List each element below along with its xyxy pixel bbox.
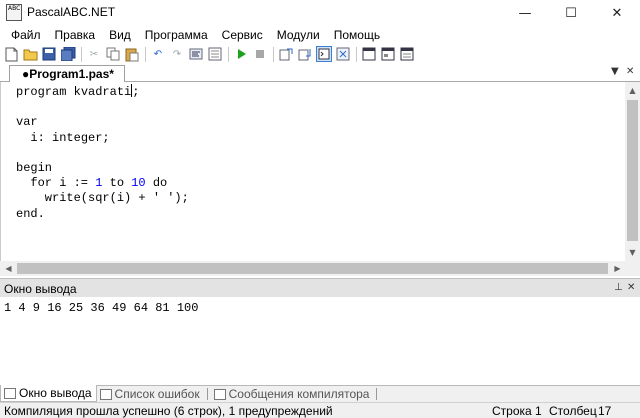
close-window-button[interactable]: ✕	[594, 0, 640, 26]
output-panel[interactable]: 1 4 9 16 25 36 49 64 81 100	[0, 297, 640, 385]
menu-service[interactable]: Сервис	[215, 26, 270, 44]
pin-icon[interactable]: ⊥	[614, 282, 623, 293]
scroll-down-arrow-icon[interactable]: ▼	[625, 245, 640, 260]
cut-icon[interactable]: ✂	[86, 46, 102, 62]
window-title: PascalABC.NET	[27, 5, 116, 19]
status-bar: Компиляция прошла успешно (6 строк), 1 п…	[0, 402, 640, 418]
toolbar-separator	[273, 46, 274, 62]
menu-program[interactable]: Программа	[138, 26, 215, 44]
output-window-icon[interactable]	[316, 46, 332, 62]
form-icon[interactable]	[380, 46, 396, 62]
app-icon-text: ABC	[8, 5, 21, 12]
module-icon[interactable]	[361, 46, 377, 62]
toolbar-separator	[81, 46, 82, 62]
tab-error-list[interactable]: Список ошибок	[97, 386, 204, 402]
step-into-icon[interactable]	[297, 46, 313, 62]
row-label: Строка	[492, 404, 532, 418]
code-line-7: for i := 1 to 10 do	[16, 176, 189, 191]
tab-compiler-messages-label: Сообщения компилятора	[228, 387, 370, 401]
to-keyword: to	[102, 176, 132, 191]
do-keyword: do	[145, 176, 168, 191]
paste-icon[interactable]	[124, 46, 140, 62]
document-tab-bar: ●Program1.pas* ▼ ✕	[0, 64, 640, 83]
keyword-program: program	[16, 85, 67, 99]
editor-vertical-scrollbar[interactable]: ▲ ▼	[625, 82, 640, 261]
code-line-4: i: integer;	[16, 131, 189, 146]
status-message: Компиляция прошла успешно (6 строк), 1 п…	[4, 404, 333, 418]
error-list-tab-icon	[99, 388, 112, 400]
new-file-icon[interactable]	[3, 46, 19, 62]
code-line-1: program kvadrati;	[16, 84, 189, 100]
save-icon[interactable]	[41, 46, 57, 62]
column-label: Столбец	[549, 404, 597, 418]
run-icon[interactable]	[233, 46, 249, 62]
menu-edit[interactable]: Правка	[48, 26, 103, 44]
menu-bar: Файл Правка Вид Программа Сервис Модули …	[0, 26, 640, 44]
stop-icon[interactable]	[252, 46, 268, 62]
tab-output-window-label: Окно вывода	[19, 386, 92, 400]
redo-icon[interactable]: ↷	[169, 46, 185, 62]
menu-file[interactable]: Файл	[4, 26, 48, 44]
for-keyword: for i :=	[16, 176, 96, 191]
scroll-right-arrow-icon[interactable]: ▶	[610, 261, 625, 276]
close-tab-icon[interactable]: ✕	[626, 66, 634, 77]
app-icon: ABC	[6, 4, 22, 21]
number-literal: 10	[131, 176, 146, 191]
scroll-up-arrow-icon[interactable]: ▲	[625, 83, 640, 98]
toolbar-separator	[356, 46, 357, 62]
maximize-button[interactable]: ☐	[548, 0, 594, 26]
output-window-tab-icon	[4, 387, 16, 399]
scroll-left-arrow-icon[interactable]: ◀	[1, 261, 16, 276]
tab-error-list-label: Список ошибок	[114, 387, 200, 401]
semicolon: ;	[132, 85, 140, 99]
code-line-6: begin	[16, 161, 53, 176]
save-all-icon[interactable]	[60, 46, 76, 62]
copy-icon[interactable]	[105, 46, 121, 62]
tab-separator	[206, 388, 208, 400]
code-editor[interactable]: program kvadrati; var i: integer; begin …	[0, 82, 625, 261]
tab-list-icon[interactable]: ▼	[611, 66, 619, 77]
output-text: 1 4 9 16 25 36 49 64 81 100	[4, 301, 199, 315]
program-name: kvadrati	[73, 85, 132, 99]
tab-program1[interactable]: ●Program1.pas*	[9, 65, 125, 83]
bottom-tab-bar: Окно вывода Список ошибок Сообщения комп…	[0, 385, 640, 402]
properties-icon[interactable]	[207, 46, 223, 62]
vertical-scroll-thumb[interactable]	[627, 100, 638, 241]
row-value: 1	[535, 404, 542, 418]
menu-help[interactable]: Помощь	[327, 26, 387, 44]
title-bar: ABC PascalABC.NET — ☐ ✕	[0, 0, 640, 26]
code-line-8: write(sqr(i) + ' ');	[16, 191, 189, 206]
toolbar-separator	[145, 46, 146, 62]
toolbar-separator	[228, 46, 229, 62]
minimize-button[interactable]: —	[502, 0, 548, 26]
toolbar: ✂ ↶ ↷	[0, 44, 640, 64]
undo-icon[interactable]: ↶	[150, 46, 166, 62]
menu-view[interactable]: Вид	[102, 26, 138, 44]
menu-modules[interactable]: Модули	[270, 26, 327, 44]
format-code-icon[interactable]	[188, 46, 204, 62]
horizontal-scroll-thumb[interactable]	[17, 263, 608, 274]
tab-output-window[interactable]: Окно вывода	[0, 385, 97, 402]
code-line-9: end.	[16, 206, 45, 221]
output-panel-header: Окно вывода ⊥ ✕	[0, 278, 640, 297]
var-declaration: i: integer;	[30, 130, 110, 145]
open-folder-icon[interactable]	[22, 46, 38, 62]
tab-compiler-messages[interactable]: Сообщения компилятора	[211, 386, 374, 402]
step-over-icon[interactable]	[278, 46, 294, 62]
tab-separator	[376, 388, 378, 400]
compiler-messages-tab-icon	[213, 388, 226, 400]
code-text: program kvadrati; var i: integer; begin …	[16, 84, 189, 222]
editor-horizontal-scrollbar[interactable]: ◀ ▶	[0, 261, 640, 276]
form-designer-icon[interactable]	[399, 46, 415, 62]
output-panel-title: Окно вывода	[4, 282, 77, 296]
code-line-3: var	[16, 115, 38, 130]
column-value: 17	[598, 404, 612, 418]
close-output-icon[interactable]: ✕	[627, 282, 635, 293]
debug-toggle-icon[interactable]	[335, 46, 351, 62]
